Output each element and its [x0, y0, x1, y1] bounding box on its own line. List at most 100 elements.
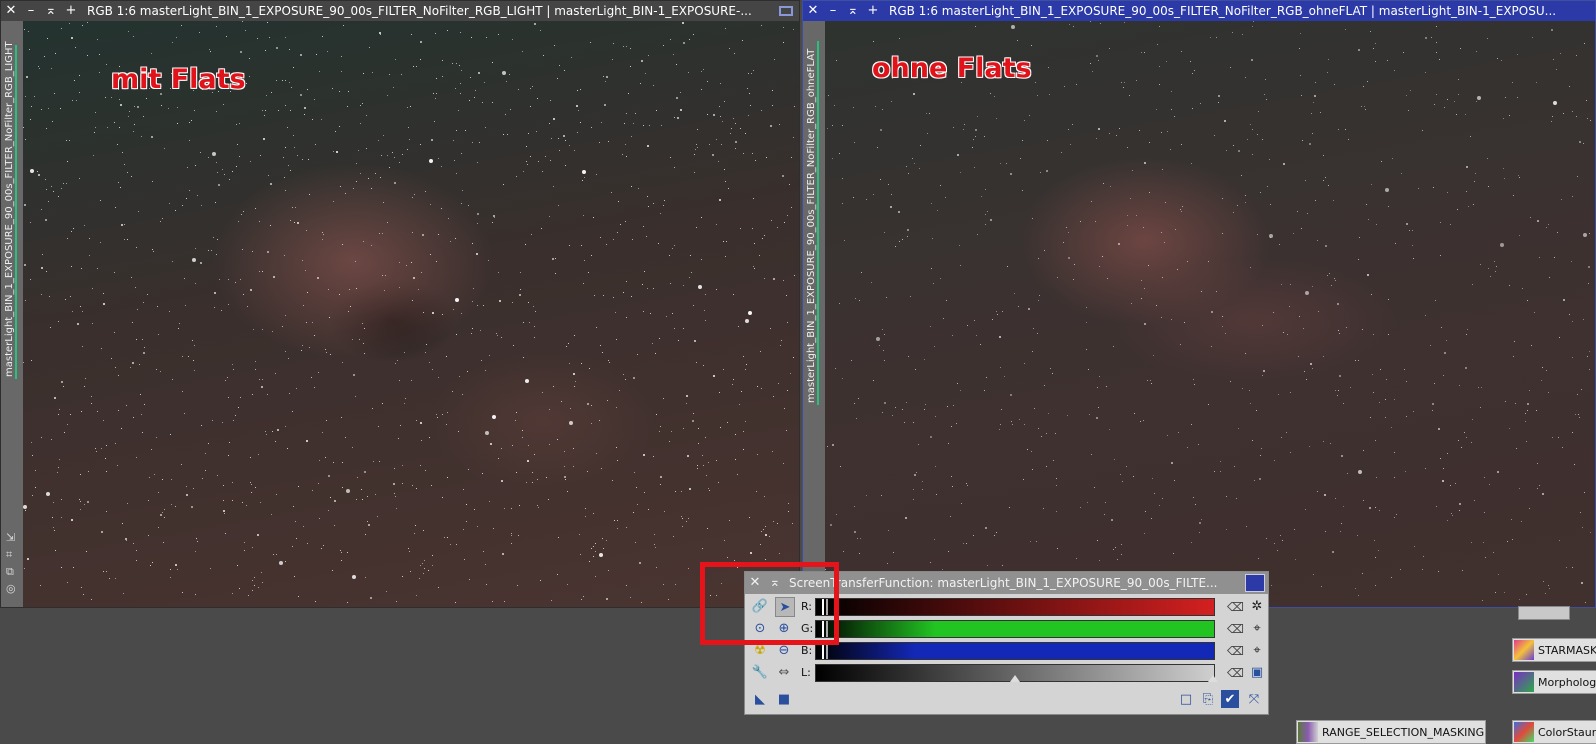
- star-speck: [899, 38, 900, 39]
- midtones-marker[interactable]: [1010, 675, 1020, 682]
- shade-icon[interactable]: ⌅: [843, 1, 863, 21]
- display-icon[interactable]: ▣: [1248, 664, 1266, 682]
- shadows-clip-marker[interactable]: [822, 643, 824, 659]
- star-speck: [87, 55, 88, 56]
- star-speck: [1020, 158, 1021, 159]
- shade-icon[interactable]: ⌅: [41, 1, 61, 21]
- star-speck: [242, 249, 243, 250]
- midtones-marker[interactable]: [826, 643, 828, 659]
- maximize-icon[interactable]: [779, 6, 793, 16]
- star-speck: [225, 533, 226, 534]
- image-window-with-flats[interactable]: ✕ – ⌅ + RGB 1:6 masterLight_BIN_1_EXPOSU…: [0, 0, 800, 608]
- expand-icon[interactable]: ⤧: [1245, 690, 1263, 708]
- star-speck: [1546, 370, 1547, 371]
- close-icon[interactable]: ✕: [803, 1, 823, 21]
- document-icon[interactable]: ⎘: [1199, 690, 1217, 708]
- reset-channel-icon[interactable]: ⌫: [1227, 621, 1244, 637]
- add-icon[interactable]: +: [61, 1, 81, 21]
- star-speck: [1267, 186, 1268, 187]
- wrench-icon[interactable]: 🔧: [751, 663, 769, 681]
- image-canvas[interactable]: [825, 21, 1595, 607]
- clone-icon[interactable]: ⧉: [6, 563, 16, 580]
- view-side-tab[interactable]: masterLight_BIN_1_EXPOSURE_90_00s_FILTER…: [803, 21, 825, 607]
- green-channel-slider[interactable]: [815, 620, 1215, 638]
- image-window-without-flats[interactable]: ✕ – ⌅ + RGB 1:6 masterLight_BIN_1_EXPOSU…: [802, 0, 1596, 608]
- star-speck: [1044, 385, 1045, 386]
- window-titlebar[interactable]: ✕ – ⌅ + RGB 1:6 masterLight_BIN_1_EXPOSU…: [1, 1, 799, 21]
- highlights-marker[interactable]: [1208, 675, 1218, 682]
- blue-channel-slider[interactable]: [815, 642, 1215, 660]
- star-speck: [669, 255, 670, 256]
- crosshair-icon[interactable]: ⌖: [1248, 642, 1266, 660]
- star-speck: [763, 529, 764, 530]
- star-speck: [114, 122, 115, 123]
- star-speck: [208, 250, 209, 251]
- star-speck: [399, 287, 400, 288]
- reset-channel-icon[interactable]: ⌫: [1227, 599, 1244, 615]
- star-speck: [1262, 375, 1263, 376]
- process-icon-range-selection[interactable]: RANGE_SELECTION_MASKING N: [1296, 720, 1486, 744]
- rgb-link-icon[interactable]: ⌖: [1248, 620, 1266, 638]
- preview-icon[interactable]: □: [1177, 690, 1195, 708]
- dialog-icon[interactable]: [1245, 574, 1265, 592]
- minimize-icon[interactable]: –: [823, 1, 843, 21]
- minimize-icon[interactable]: –: [21, 1, 41, 21]
- star-speck: [170, 577, 171, 578]
- add-icon[interactable]: +: [863, 1, 883, 21]
- arrows-icon[interactable]: ⇔: [775, 663, 793, 681]
- apply-check-icon[interactable]: ✔: [1221, 690, 1239, 708]
- star-speck: [745, 133, 746, 134]
- star-speck: [607, 400, 608, 401]
- star-speck: [410, 571, 411, 572]
- star-speck: [342, 462, 343, 463]
- star-speck: [136, 457, 137, 458]
- star-speck: [1338, 330, 1339, 331]
- star-speck: [1363, 450, 1364, 451]
- star-speck: [573, 466, 574, 467]
- process-icon-starmask[interactable]: STARMASK: [1512, 638, 1596, 662]
- star-speck: [1002, 311, 1003, 312]
- process-icon-colorsaturation[interactable]: ColorStaur: [1512, 720, 1596, 744]
- window-titlebar[interactable]: ✕ – ⌅ + RGB 1:6 masterLight_BIN_1_EXPOSU…: [803, 1, 1595, 21]
- image-canvas[interactable]: [23, 21, 799, 607]
- star-speck: [1541, 380, 1542, 381]
- star-speck: [1107, 278, 1108, 279]
- star-speck: [1210, 37, 1211, 38]
- star-speck: [1032, 469, 1033, 470]
- red-channel-slider[interactable]: [815, 598, 1215, 616]
- star-speck: [943, 318, 944, 319]
- star-speck: [1559, 540, 1560, 541]
- star-speck: [985, 214, 986, 215]
- global-apply-icon[interactable]: ■: [775, 690, 793, 708]
- star-speck: [141, 136, 142, 137]
- reset-channel-icon[interactable]: ⌫: [1227, 665, 1244, 681]
- star-speck: [233, 369, 234, 370]
- process-icon-morphology[interactable]: Morpholog: [1512, 670, 1596, 694]
- star-speck: [664, 511, 665, 512]
- close-icon[interactable]: ✕: [1, 1, 21, 21]
- track-view-icon[interactable]: ✲: [1248, 598, 1266, 616]
- star-speck: [364, 353, 365, 354]
- crop-icon[interactable]: ⌗: [6, 546, 16, 563]
- view-side-tab[interactable]: masterLight_BIN_1_EXPOSURE_90_00s_FILTER…: [1, 21, 23, 607]
- star-speck: [191, 506, 193, 508]
- reset-channel-icon[interactable]: ⌫: [1227, 643, 1244, 659]
- star-speck: [513, 345, 514, 346]
- new-instance-icon[interactable]: ◣: [751, 690, 769, 708]
- star-speck: [618, 201, 619, 202]
- star-speck: [292, 411, 293, 412]
- luminance-channel-slider[interactable]: [815, 664, 1218, 682]
- star-speck: [1006, 163, 1007, 164]
- star-speck: [1465, 367, 1467, 369]
- star-speck: [999, 429, 1000, 430]
- star-speck: [434, 121, 435, 122]
- star-speck: [1162, 169, 1163, 170]
- resize-icon[interactable]: ⇲: [6, 529, 16, 546]
- star-speck: [857, 538, 858, 539]
- star-speck: [1144, 52, 1145, 53]
- process-icon-partial[interactable]: [1518, 606, 1570, 620]
- target-icon[interactable]: ◎: [6, 580, 16, 597]
- star-speck: [1104, 514, 1105, 515]
- star-speck: [537, 505, 538, 506]
- star-speck: [318, 372, 319, 373]
